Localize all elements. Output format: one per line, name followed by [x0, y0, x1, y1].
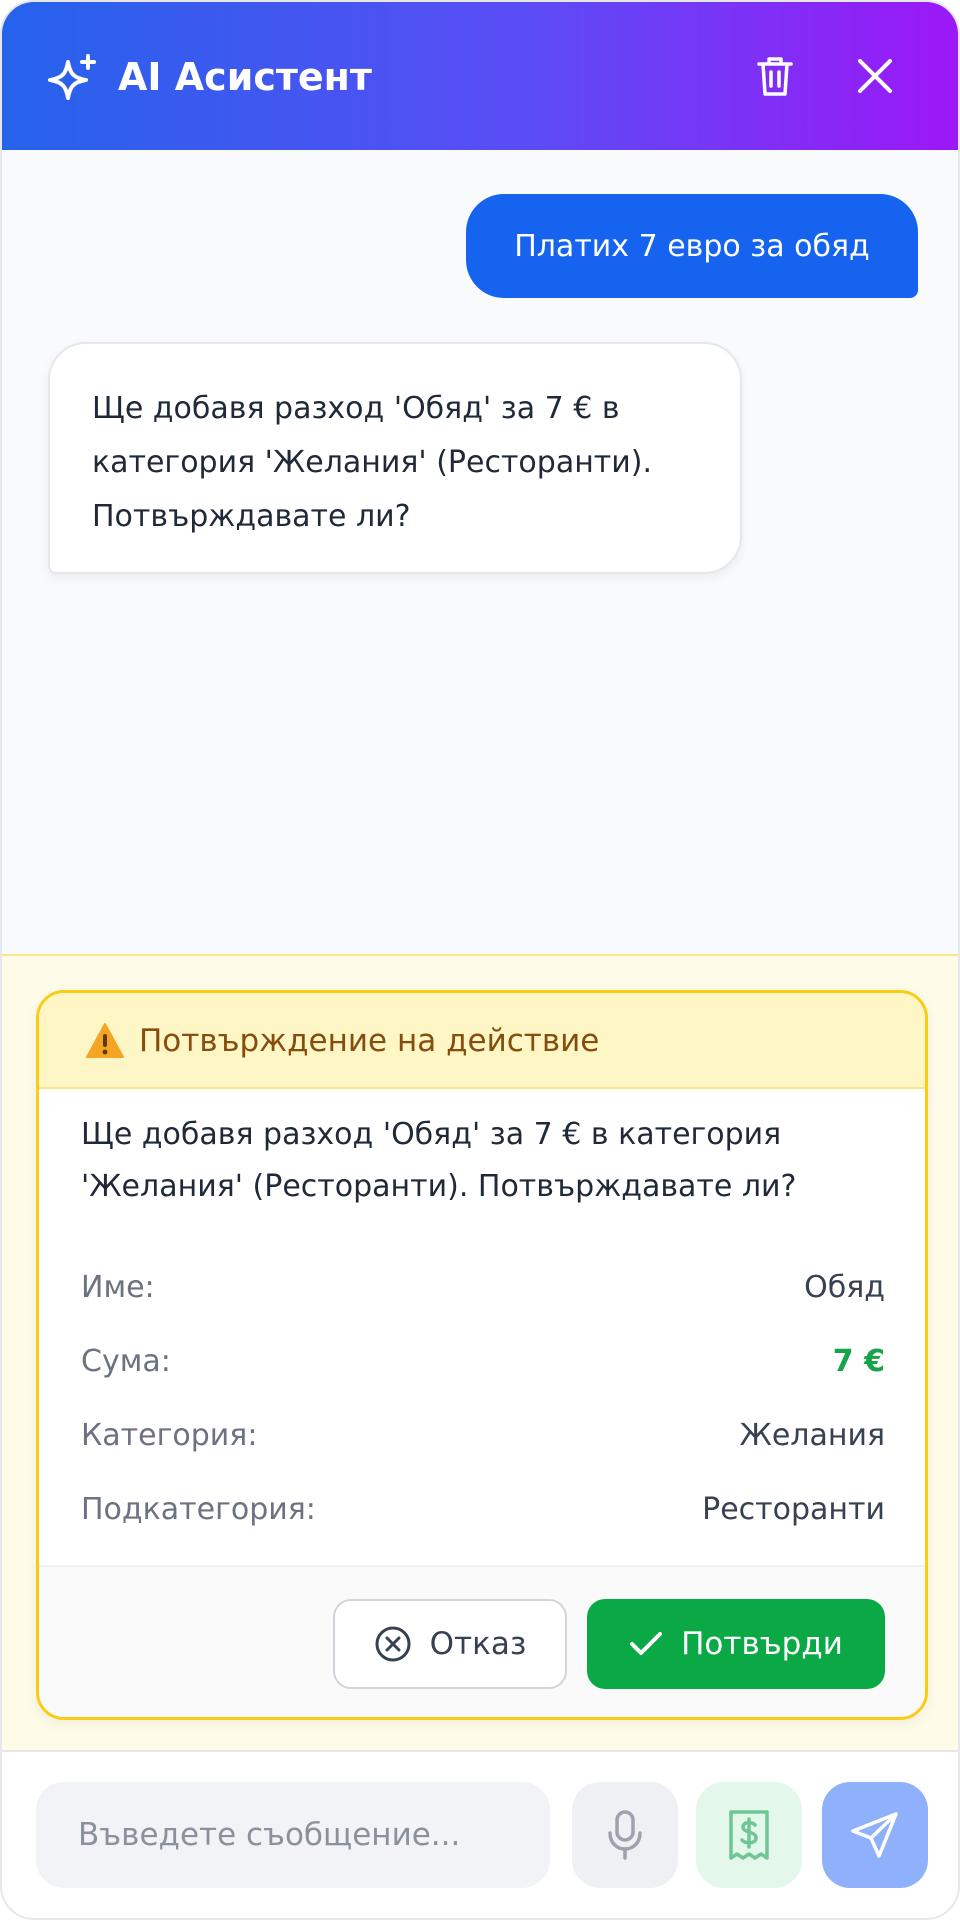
confirmation-area: Потвърждение на действие Ще добавя разхо… [2, 954, 958, 1750]
close-icon [858, 59, 892, 93]
check-icon [630, 1632, 663, 1655]
field-row-name: Име: Обяд [81, 1263, 885, 1313]
field-value-amount: 7 € [832, 1344, 885, 1379]
confirm-label: Потвърди [681, 1626, 843, 1662]
message-input[interactable] [36, 1782, 550, 1888]
close-button[interactable] [845, 46, 905, 106]
microphone-icon [608, 1810, 642, 1860]
trash-icon [757, 57, 793, 96]
field-value: Обяд [804, 1270, 885, 1305]
field-value: Ресторанти [702, 1492, 885, 1527]
field-row-category: Категория: Желания [81, 1411, 885, 1461]
send-icon [851, 1812, 898, 1858]
field-row-amount: Сума: 7 € [81, 1337, 885, 1387]
field-row-subcategory: Подкатегория: Ресторанти [81, 1485, 885, 1535]
page-title: AI Асистент [118, 55, 372, 99]
warning-icon [86, 1023, 124, 1058]
receipt-icon [729, 1810, 769, 1860]
cancel-circle-icon [375, 1626, 411, 1662]
cancel-button[interactable]: Отказ [333, 1599, 567, 1689]
field-label: Име: [81, 1270, 155, 1305]
ai-assistant-panel: AI Асистент Платих 7 евро за обяд Ще доб… [0, 0, 960, 1920]
confirmation-card: Потвърждение на действие Ще добавя разхо… [36, 990, 928, 1720]
sparkles-icon [48, 54, 96, 100]
scan-receipt-button[interactable] [696, 1782, 802, 1888]
clear-chat-button[interactable] [745, 46, 805, 106]
confirmation-title: Потвърждение на действие [139, 1023, 600, 1059]
send-button[interactable] [822, 1782, 928, 1888]
field-value: Желания [739, 1418, 886, 1453]
header: AI Асистент [2, 2, 958, 150]
confirmation-description: Ще добавя разход 'Обяд' за 7 € в категор… [81, 1117, 797, 1204]
assistant-message: Ще добавя разход 'Обяд' за 7 € в категор… [48, 342, 742, 574]
cancel-label: Отказ [429, 1626, 527, 1662]
user-message: Платих 7 евро за обяд [466, 194, 918, 298]
field-label: Категория: [81, 1418, 258, 1453]
field-label: Сума: [81, 1344, 171, 1379]
field-label: Подкатегория: [81, 1492, 316, 1527]
voice-input-button[interactable] [572, 1782, 678, 1888]
chat-messages: Платих 7 евро за обяд Ще добавя разход '… [2, 150, 958, 954]
confirmation-actions: Отказ Потвърди [39, 1565, 925, 1717]
confirm-button[interactable]: Потвърди [587, 1599, 885, 1689]
confirmation-header: Потвърждение на действие [39, 993, 925, 1089]
input-bar [2, 1750, 958, 1918]
